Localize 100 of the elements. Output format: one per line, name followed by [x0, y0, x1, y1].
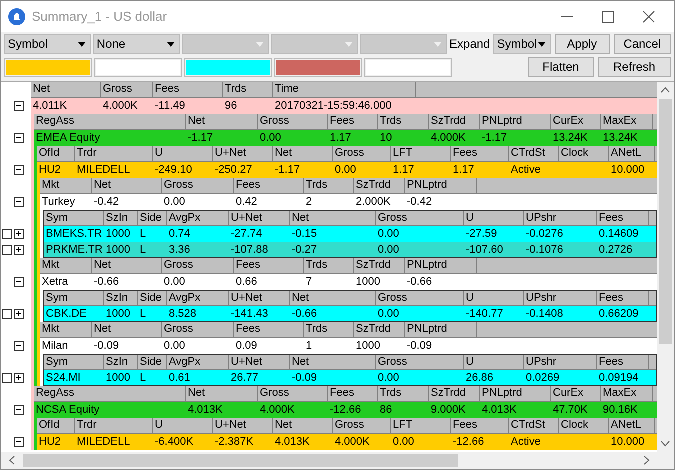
- table-row[interactable]: HU2 MILEDELL -6.400K -2.387K 4.013K 4.000K 0.00 -12.66 Active 10.000: [37, 434, 657, 450]
- column-header[interactable]: Trds: [378, 386, 429, 401]
- column-header[interactable]: CTrdSt: [509, 146, 559, 161]
- column-header[interactable]: SzIn: [104, 291, 138, 305]
- column-header[interactable]: Side: [138, 211, 167, 225]
- column-header[interactable]: Sym: [44, 355, 104, 369]
- column-header[interactable]: Gross: [376, 211, 464, 225]
- column-header[interactable]: Sym: [44, 211, 104, 225]
- table-row[interactable]: HU2 MILEDELL -249.10 -250.27 -1.17 0.00 1.17 1.17 Active 10.000: [37, 162, 657, 178]
- checkbox[interactable]: [2, 373, 12, 383]
- column-header[interactable]: Net: [273, 418, 333, 433]
- column-header[interactable]: U+Net: [213, 418, 273, 433]
- column-header[interactable]: AvgPx: [167, 291, 229, 305]
- column-header[interactable]: Fees: [597, 211, 649, 225]
- column-header[interactable]: Time: [273, 82, 416, 97]
- column-header[interactable]: SzTrdd: [354, 258, 405, 273]
- column-header[interactable]: LFT: [391, 146, 451, 161]
- column-header[interactable]: SzIn: [104, 211, 138, 225]
- close-icon[interactable]: [643, 10, 655, 22]
- column-header[interactable]: PNLptrd: [480, 386, 551, 401]
- checkbox[interactable]: [2, 245, 12, 255]
- column-header[interactable]: Mkt: [40, 178, 92, 193]
- column-header[interactable]: Net: [186, 114, 258, 129]
- column-header[interactable]: Trdr: [75, 418, 153, 433]
- column-header[interactable]: Gross: [258, 386, 328, 401]
- column-header[interactable]: MaxEx: [601, 386, 653, 401]
- expand-icon[interactable]: [14, 309, 24, 319]
- checkbox[interactable]: [2, 229, 12, 239]
- column-header[interactable]: Net: [290, 355, 376, 369]
- column-header[interactable]: PNLptrd: [480, 114, 551, 129]
- column-header[interactable]: Gross: [376, 355, 464, 369]
- column-header[interactable]: PNLptrd: [405, 178, 477, 193]
- column-header[interactable]: Trds: [223, 82, 273, 97]
- column-header[interactable]: SzTrdd: [429, 114, 480, 129]
- table-row[interactable]: S24.MI 1000 L 0.61 26.77 -0.09 0.00 26.86 0.0269 0.09194: [44, 370, 656, 385]
- column-header[interactable]: U+Net: [229, 291, 290, 305]
- table-row[interactable]: 4.011K 4.000K -11.49 96 20170321-15:59:46.000: [31, 98, 657, 114]
- column-header[interactable]: RegAss: [34, 114, 186, 129]
- column-header[interactable]: Gross: [162, 178, 234, 193]
- column-header[interactable]: Gross: [162, 258, 234, 273]
- column-header[interactable]: Trds: [304, 322, 354, 337]
- column-header[interactable]: Net: [31, 82, 101, 97]
- vertical-scrollbar[interactable]: [657, 82, 674, 452]
- column-header[interactable]: PNLptrd: [405, 322, 477, 337]
- dropdown[interactable]: Symbol: [4, 34, 91, 54]
- toolbar-button[interactable]: Apply: [554, 34, 610, 54]
- column-header[interactable]: ANetL: [609, 418, 655, 433]
- collapse-icon[interactable]: [14, 197, 24, 207]
- column-header[interactable]: AvgPx: [167, 355, 229, 369]
- column-header[interactable]: U: [153, 146, 213, 161]
- column-header[interactable]: Clock: [559, 146, 609, 161]
- column-header[interactable]: UPshr: [524, 355, 597, 369]
- column-header[interactable]: PNLptrd: [405, 258, 477, 273]
- column-header[interactable]: Clock: [559, 418, 609, 433]
- column-header[interactable]: Trds: [378, 114, 429, 129]
- toolbar-button[interactable]: Refresh: [598, 57, 671, 77]
- collapse-icon[interactable]: [14, 405, 24, 415]
- column-header[interactable]: SzIn: [104, 355, 138, 369]
- collapse-icon[interactable]: [14, 101, 24, 111]
- collapse-icon[interactable]: [14, 165, 24, 175]
- column-header[interactable]: Trds: [304, 258, 354, 273]
- expand-dropdown[interactable]: Symbol: [493, 34, 551, 54]
- column-header[interactable]: Fees: [234, 258, 304, 273]
- column-header[interactable]: Fees: [234, 322, 304, 337]
- toolbar-button[interactable]: Flatten: [528, 57, 594, 77]
- column-header[interactable]: SzTrdd: [429, 386, 480, 401]
- column-header[interactable]: U: [464, 355, 524, 369]
- table-row[interactable]: CBK.DE 1000 L 8.528 -141.43 -0.66 0.00 -140.77 -0.1408 0.66209: [44, 306, 656, 321]
- column-header[interactable]: Net: [92, 178, 162, 193]
- column-header[interactable]: Gross: [101, 82, 153, 97]
- column-header[interactable]: Net: [273, 146, 333, 161]
- column-header[interactable]: CurEx: [551, 114, 601, 129]
- column-header[interactable]: UPshr: [524, 291, 597, 305]
- toolbar-button[interactable]: Cancel: [614, 34, 672, 54]
- collapse-icon[interactable]: [14, 277, 24, 287]
- collapse-icon[interactable]: [14, 133, 24, 143]
- column-header[interactable]: Net: [92, 258, 162, 273]
- column-header[interactable]: Net: [92, 322, 162, 337]
- column-header[interactable]: OfId: [37, 146, 75, 161]
- column-header[interactable]: UPshr: [524, 211, 597, 225]
- column-header[interactable]: CTrdSt: [509, 418, 559, 433]
- column-header[interactable]: Net: [186, 386, 258, 401]
- column-header[interactable]: Gross: [333, 418, 391, 433]
- column-header[interactable]: U+Net: [229, 355, 290, 369]
- column-header[interactable]: Gross: [258, 114, 328, 129]
- collapse-icon[interactable]: [14, 437, 24, 447]
- column-header[interactable]: ANetL: [609, 146, 655, 161]
- column-header[interactable]: Mkt: [40, 322, 92, 337]
- column-header[interactable]: SzTrdd: [354, 178, 405, 193]
- column-header[interactable]: U: [153, 418, 213, 433]
- column-header[interactable]: Fees: [153, 82, 223, 97]
- horizontal-scrollbar[interactable]: [1, 452, 674, 469]
- column-header[interactable]: U: [464, 211, 524, 225]
- table-row[interactable]: PRKME.TR 1000 L 3.36 -107.88 -0.27 0.00 -107.60 -0.1076 0.2726: [44, 242, 656, 257]
- expand-icon[interactable]: [14, 245, 24, 255]
- column-header[interactable]: MaxEx: [601, 114, 653, 129]
- table-row[interactable]: EMEA Equity -1.17 0.00 1.17 10 4.000K -1.17 13.24K 13.24K: [34, 130, 657, 146]
- column-header[interactable]: Fees: [597, 355, 649, 369]
- column-header[interactable]: Fees: [597, 291, 649, 305]
- column-header[interactable]: OfId: [37, 418, 75, 433]
